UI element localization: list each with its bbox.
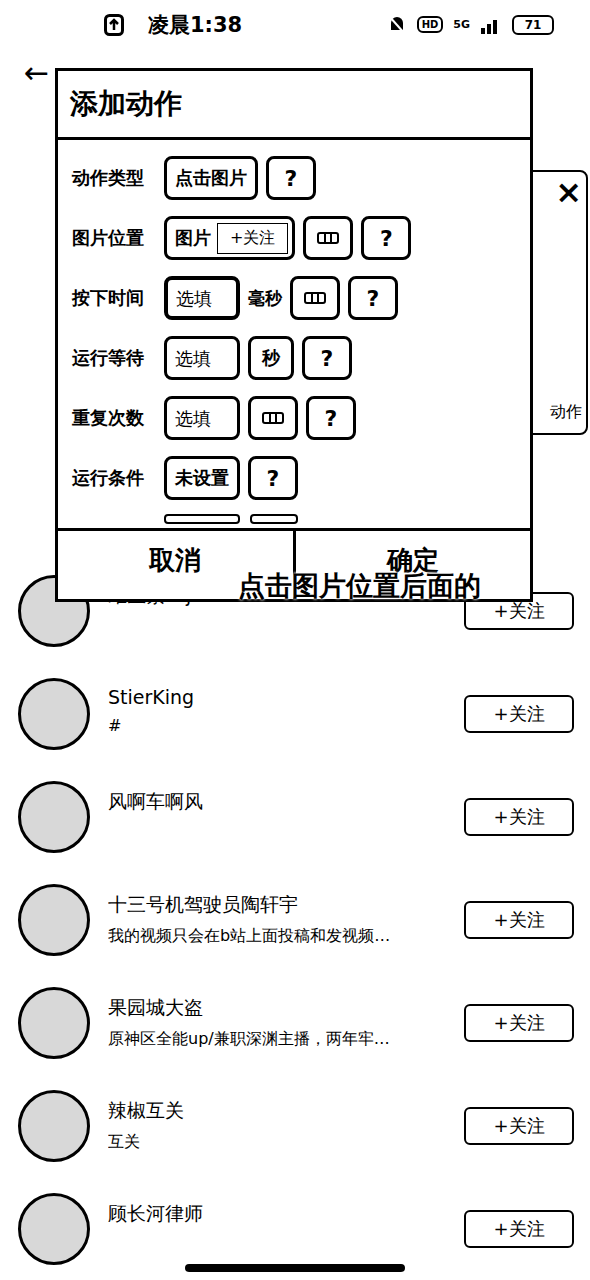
help-button[interactable]: ? [348,276,398,320]
text-input[interactable] [164,336,240,380]
help-button[interactable]: ? [361,216,411,260]
follow-button[interactable]: +关注 [464,1107,574,1145]
follow-button[interactable]: +关注 [464,1004,574,1042]
close-button[interactable]: × [555,176,582,208]
text-input[interactable] [164,276,240,320]
avatar-image [18,1193,90,1265]
field-label: 运行等待 [72,346,156,370]
video-caption: 点击图片位置后面的 [238,568,481,604]
follow-button[interactable]: +关注 [464,798,574,836]
form-row: 运行等待 秒 ? [72,334,530,382]
background-dialog-label: 动作 [550,402,582,423]
user-name: 顾长河律师 [108,1201,446,1227]
image-field[interactable]: 图片 +关注 [164,216,295,260]
signal-icon [480,16,502,34]
upload-icon [104,14,124,36]
user-list: 维生素skjia +关注 StierKing # +关注 风啊车啊风 +关注 十… [0,559,590,1280]
avatar-image [18,1090,90,1162]
help-button[interactable]: ? [302,336,352,380]
form-row: 按下时间 毫秒 ? [72,274,530,322]
menu-button[interactable] [303,216,353,260]
avatar-image [18,678,90,750]
field-label: 运行条件 [72,466,156,490]
help-button[interactable]: ? [306,396,356,440]
form-row: 图片位置 图片 +关注 ? [72,214,530,262]
hd-badge: HD [417,16,444,33]
add-action-dialog: 添加动作 动作类型 点击图片 ?图片位置 图片 +关注 ?按下时间 毫秒 ?运行… [55,68,533,602]
user-row[interactable]: StierKing # +关注 [0,662,590,765]
user-row[interactable]: 十三号机驾驶员陶轩宇 我的视频只会在b站上面投稿和发视频… +关注 [0,868,590,971]
help-button[interactable]: ? [266,156,316,200]
avatar-image [18,884,90,956]
field-label: 按下时间 [72,286,156,310]
unit-label: 毫秒 [248,287,282,310]
form-row: 运行条件 未设置 ? [72,454,530,502]
status-bar: 凌晨1:38 HD 5G 71 [0,0,590,49]
avatar-image [18,987,90,1059]
user-name: 果园城大盗 [108,995,446,1021]
user-row[interactable]: 果园城大盗 原神区全能up/兼职深渊主播，两年牢… +关注 [0,971,590,1074]
field-label: 动作类型 [72,166,156,190]
unit-button[interactable]: 秒 [248,336,294,380]
back-button[interactable]: ← [24,55,49,90]
user-name: StierKing [108,686,446,708]
image-label: 图片 [175,226,211,250]
image-preview: +关注 [217,223,288,254]
scroll-indicator [72,514,530,524]
avatar-image [18,781,90,853]
user-row[interactable]: 辣椒互关 互关 +关注 [0,1074,590,1177]
user-name: 辣椒互关 [108,1098,446,1124]
user-bio: 我的视频只会在b站上面投稿和发视频… [108,926,446,947]
bell-off-icon [387,14,407,36]
follow-button[interactable]: +关注 [464,695,574,733]
follow-button[interactable]: +关注 [464,901,574,939]
help-button[interactable]: ? [248,456,298,500]
home-indicator [185,1264,405,1272]
user-bio: 互关 [108,1132,446,1153]
network-label: 5G [453,18,470,31]
user-name: 十三号机驾驶员陶轩宇 [108,892,446,918]
menu-button[interactable] [290,276,340,320]
user-row[interactable]: 风啊车啊风 +关注 [0,765,590,868]
screen: 凌晨1:38 HD 5G 71 ← 维生素skjia +关注 StierKing… [0,0,590,1280]
keyboard-icon [304,292,326,304]
user-bio: 原神区全能up/兼职深渊主播，两年牢… [108,1029,446,1050]
field-label: 图片位置 [72,226,156,250]
keyboard-icon [317,232,339,244]
select-field[interactable]: 点击图片 [164,156,258,200]
keyboard-icon [262,412,284,424]
user-bio: # [108,716,446,735]
status-time: 凌晨1:38 [148,11,242,39]
form-row: 重复次数 ? [72,394,530,442]
menu-button[interactable] [248,396,298,440]
form-row: 动作类型 点击图片 ? [72,154,530,202]
field-label: 重复次数 [72,406,156,430]
follow-button[interactable]: +关注 [464,1210,574,1248]
user-name: 风啊车啊风 [108,789,446,815]
dialog-title: 添加动作 [58,71,530,140]
text-input[interactable] [164,396,240,440]
battery: 71 [512,15,554,35]
select-field[interactable]: 未设置 [164,456,240,500]
